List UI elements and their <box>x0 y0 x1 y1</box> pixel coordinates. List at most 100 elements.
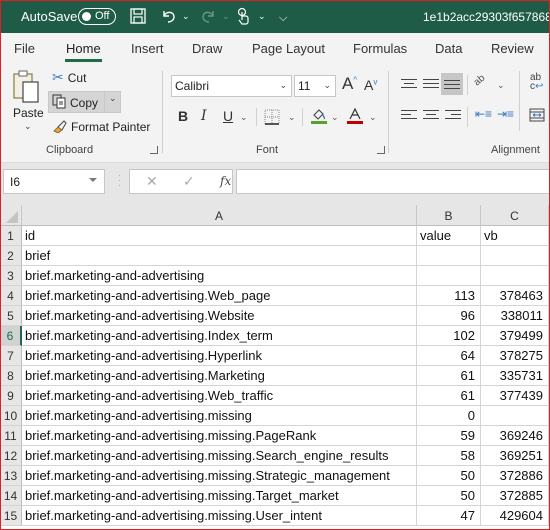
cell-c[interactable] <box>481 406 549 426</box>
cell-a[interactable]: brief.marketing-and-advertising.missing.… <box>22 426 417 446</box>
paste-label[interactable]: Paste <box>13 106 44 120</box>
undo-dropdown-icon[interactable]: ⌄ <box>182 11 190 22</box>
cell-c[interactable]: 372886 <box>481 466 549 486</box>
cell-b[interactable]: 50 <box>417 466 481 486</box>
cell-c[interactable]: 335731 <box>481 366 549 386</box>
row-header[interactable]: 6 <box>0 326 22 346</box>
tab-page-layout[interactable]: Page Layout <box>252 41 325 56</box>
cell-a[interactable]: brief.marketing-and-advertising.Web_traf… <box>22 386 417 406</box>
enter-icon[interactable]: ✓ <box>183 173 195 190</box>
cell-a[interactable]: brief.marketing-and-advertising <box>22 266 417 286</box>
cell-a[interactable]: brief <box>22 246 417 266</box>
paste-dropdown-icon[interactable]: ⌄ <box>24 121 32 132</box>
cell-a[interactable]: brief.marketing-and-advertising.Marketin… <box>22 366 417 386</box>
cell-a[interactable]: brief.marketing-and-advertising.missing.… <box>22 466 417 486</box>
row-header[interactable]: 10 <box>0 406 22 426</box>
undo-icon[interactable] <box>160 7 178 30</box>
row-header[interactable]: 7 <box>0 346 22 366</box>
font-size-select[interactable]: 11 ⌄ <box>294 75 336 97</box>
touch-mode-dropdown-icon[interactable]: ⌄ <box>258 11 266 22</box>
cell-c[interactable]: 372885 <box>481 486 549 506</box>
row-header[interactable]: 11 <box>0 426 22 446</box>
formula-bar-grip-icon[interactable]: · · · <box>118 171 121 191</box>
row-header[interactable]: 15 <box>0 506 22 526</box>
cell-a[interactable]: brief.marketing-and-advertising.Web_page <box>22 286 417 306</box>
cell-c[interactable]: 338011 <box>481 306 549 326</box>
fill-color-icon[interactable] <box>310 107 328 128</box>
cell-b[interactable] <box>417 246 481 266</box>
tab-insert[interactable]: Insert <box>131 41 164 56</box>
name-box-dropdown-icon[interactable] <box>89 178 97 182</box>
underline-dropdown-icon[interactable]: ⌄ <box>240 112 248 123</box>
bold-button[interactable]: B <box>178 108 188 124</box>
cell-b[interactable]: 47 <box>417 506 481 526</box>
decrease-indent-icon[interactable]: ⇤≡ <box>475 107 492 121</box>
cell-b[interactable]: 61 <box>417 366 481 386</box>
cell-c[interactable] <box>481 266 549 286</box>
tab-formulas[interactable]: Formulas <box>353 41 407 56</box>
cell-c[interactable]: 378463 <box>481 286 549 306</box>
font-name-select[interactable]: Calibri ⌄ <box>171 75 292 97</box>
formula-input[interactable] <box>236 169 550 194</box>
font-color-icon[interactable] <box>346 107 364 128</box>
redo-dropdown-icon[interactable]: ⌄ <box>222 11 230 22</box>
cell-b[interactable]: 50 <box>417 486 481 506</box>
row-header[interactable]: 4 <box>0 286 22 306</box>
cell-b[interactable]: 64 <box>417 346 481 366</box>
cell-a[interactable]: brief.marketing-and-advertising.missing.… <box>22 446 417 466</box>
orientation-icon[interactable]: ab <box>472 73 488 89</box>
top-align-icon[interactable] <box>401 79 417 91</box>
cell-a[interactable]: brief.marketing-and-advertising.missing.… <box>22 506 417 526</box>
cell-b[interactable]: 0 <box>417 406 481 426</box>
clipboard-launcher-icon[interactable] <box>150 146 158 154</box>
format-painter-button[interactable]: Format Painter <box>52 118 150 136</box>
insert-function-icon[interactable]: fx <box>220 174 231 188</box>
tab-draw[interactable]: Draw <box>192 41 222 56</box>
wrap-text-icon[interactable]: ab c↩ <box>530 73 543 92</box>
redo-icon[interactable] <box>199 7 217 30</box>
cell-c[interactable]: 429604 <box>481 506 549 526</box>
orientation-dropdown-icon[interactable]: ⌄ <box>497 80 505 91</box>
tab-data[interactable]: Data <box>435 41 462 56</box>
copy-button[interactable]: Copy <box>52 94 98 112</box>
cut-button[interactable]: ✂ Cut <box>52 69 86 86</box>
column-header-c[interactable]: C <box>481 205 549 226</box>
align-center-icon[interactable] <box>423 110 439 122</box>
tab-file[interactable]: File <box>14 41 35 56</box>
bottom-align-button[interactable] <box>441 73 463 95</box>
column-header-a[interactable]: A <box>22 205 417 226</box>
increase-font-size-icon[interactable]: A^ <box>342 74 357 94</box>
tab-home[interactable]: Home <box>65 41 102 62</box>
cell-a[interactable]: id <box>22 226 417 246</box>
row-header[interactable]: 1 <box>0 226 22 246</box>
row-header[interactable]: 8 <box>0 366 22 386</box>
autosave-toggle[interactable]: Off <box>78 8 116 25</box>
row-header[interactable]: 13 <box>0 466 22 486</box>
cell-b[interactable]: 102 <box>417 326 481 346</box>
row-header[interactable]: 9 <box>0 386 22 406</box>
copy-dropdown[interactable]: ⌄ <box>104 91 121 113</box>
cell-c[interactable]: 369251 <box>481 446 549 466</box>
decrease-font-size-icon[interactable]: Av <box>364 77 377 93</box>
cell-b[interactable]: 61 <box>417 386 481 406</box>
cell-a[interactable]: brief.marketing-and-advertising.Hyperlin… <box>22 346 417 366</box>
paste-button[interactable] <box>12 70 42 104</box>
column-header-b[interactable]: B <box>417 205 481 226</box>
cell-a[interactable]: brief.marketing-and-advertising.missing <box>22 406 417 426</box>
borders-dropdown-icon[interactable]: ⌄ <box>288 112 296 123</box>
row-header[interactable]: 5 <box>0 306 22 326</box>
cell-b[interactable]: 59 <box>417 426 481 446</box>
row-header[interactable]: 12 <box>0 446 22 466</box>
name-box[interactable]: I6 <box>3 169 105 194</box>
increase-indent-icon[interactable]: ⇥≡ <box>497 107 514 121</box>
tab-review[interactable]: Review <box>491 41 534 56</box>
cell-a[interactable]: brief.marketing-and-advertising.missing.… <box>22 486 417 506</box>
cancel-icon[interactable]: ✕ <box>146 173 158 190</box>
fill-color-dropdown-icon[interactable]: ⌄ <box>331 112 339 123</box>
cell-c[interactable]: 378275 <box>481 346 549 366</box>
align-left-icon[interactable] <box>401 110 417 122</box>
middle-align-icon[interactable] <box>423 79 439 91</box>
cell-c[interactable]: vb <box>481 226 549 246</box>
cell-b[interactable]: 58 <box>417 446 481 466</box>
cell-c[interactable]: 379499 <box>481 326 549 346</box>
